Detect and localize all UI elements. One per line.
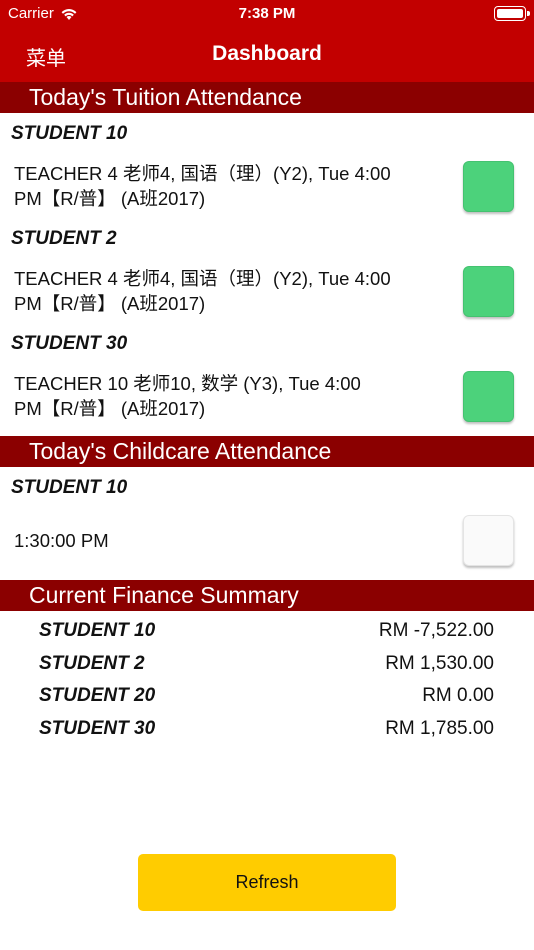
finance-amount: RM 1,785.00 <box>385 718 494 739</box>
finance-row: STUDENT 10 RM -7,522.00 <box>39 620 494 650</box>
tuition-attendance-header: Today's Tuition Attendance <box>0 82 534 113</box>
status-bar: Carrier 7:38 PM <box>0 0 534 28</box>
finance-amount: RM 1,530.00 <box>385 653 494 674</box>
tuition-student-name: STUDENT 2 <box>11 228 117 249</box>
lesson-line: PM【R/普】 (A班2017) <box>14 293 206 314</box>
refresh-button[interactable]: Refresh <box>138 854 396 911</box>
lesson-line: PM【R/普】 (A班2017) <box>14 188 206 209</box>
childcare-student-name: STUDENT 10 <box>11 477 128 498</box>
status-time: 7:38 PM <box>238 5 296 22</box>
finance-summary-header: Current Finance Summary <box>0 580 534 611</box>
childcare-attendance-header: Today's Childcare Attendance <box>0 436 534 467</box>
finance-student-name: STUDENT 30 <box>39 718 156 739</box>
finance-amount: RM 0.00 <box>422 685 494 706</box>
tuition-lesson-text: TEACHER 4 老师4, 国语（理）(Y2), Tue 4:00 PM【R/… <box>14 266 454 316</box>
lesson-line: TEACHER 4 老师4, 国语（理）(Y2), Tue 4:00 <box>14 268 391 289</box>
lesson-line: TEACHER 4 老师4, 国语（理）(Y2), Tue 4:00 <box>14 163 391 184</box>
battery-icon <box>494 6 530 21</box>
finance-student-name: STUDENT 20 <box>39 685 156 706</box>
finance-row: STUDENT 20 RM 0.00 <box>39 685 494 715</box>
tuition-attendance-checkbox[interactable] <box>463 371 514 422</box>
tuition-student-name: STUDENT 30 <box>11 333 128 354</box>
finance-row: STUDENT 30 RM 1,785.00 <box>39 718 494 748</box>
finance-row: STUDENT 2 RM 1,530.00 <box>39 653 494 683</box>
childcare-attendance-checkbox[interactable] <box>463 515 514 566</box>
finance-student-name: STUDENT 2 <box>39 653 145 674</box>
childcare-time: 1:30:00 PM <box>14 530 109 551</box>
tuition-lesson-text: TEACHER 4 老师4, 国语（理）(Y2), Tue 4:00 PM【R/… <box>14 161 454 211</box>
tuition-student-name: STUDENT 10 <box>11 123 128 144</box>
tuition-attendance-checkbox[interactable] <box>463 266 514 317</box>
finance-amount: RM -7,522.00 <box>378 620 494 641</box>
tuition-lesson-text: TEACHER 10 老师10, 数学 (Y3), Tue 4:00 PM【R/… <box>14 371 454 421</box>
lesson-line: TEACHER 10 老师10, 数学 (Y3), Tue 4:00 <box>14 373 361 394</box>
finance-student-name: STUDENT 10 <box>39 620 156 641</box>
nav-bar: 菜单 Dashboard <box>0 28 534 82</box>
page-title: Dashboard <box>212 42 322 65</box>
tuition-attendance-checkbox[interactable] <box>463 161 514 212</box>
lesson-line: PM【R/普】 (A班2017) <box>14 398 206 419</box>
